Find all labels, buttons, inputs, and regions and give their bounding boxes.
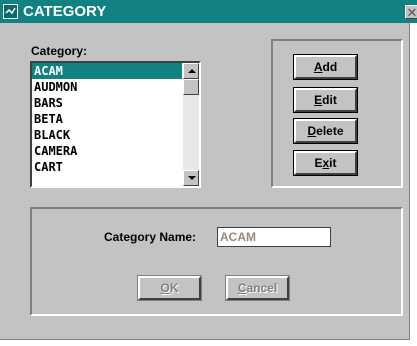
list-item[interactable]: CAMERA — [32, 143, 182, 159]
scroll-thumb[interactable] — [183, 79, 199, 95]
category-name-label: Category Name: — [104, 230, 197, 244]
cancel-button[interactable]: Cancel — [225, 275, 290, 301]
category-list-items: ACAM AUDMON BARS BETA BLACK CAMERA CART — [32, 63, 182, 175]
close-icon[interactable]: ✕ — [405, 5, 417, 19]
edit-button[interactable]: Edit — [293, 87, 358, 113]
list-item[interactable]: AUDMON — [32, 79, 182, 95]
category-listbox[interactable]: ACAM AUDMON BARS BETA BLACK CAMERA CART — [30, 61, 201, 188]
category-list-label: Category: — [31, 44, 88, 58]
scroll-up-button[interactable] — [183, 63, 199, 79]
exit-button[interactable]: Exit — [293, 150, 358, 176]
category-window: CATEGORY ✕ Category: ACAM AUDMON BARS BE… — [0, 0, 417, 340]
list-item[interactable]: BLACK — [32, 127, 182, 143]
list-scrollbar[interactable] — [183, 63, 199, 186]
scroll-down-button[interactable] — [183, 170, 199, 186]
list-item[interactable]: BETA — [32, 111, 182, 127]
window-title: CATEGORY — [23, 3, 107, 20]
arrow-down-icon — [188, 176, 196, 180]
edit-group — [30, 207, 403, 316]
delete-button[interactable]: Delete — [293, 118, 358, 144]
app-icon — [3, 4, 18, 19]
list-item[interactable]: ACAM — [32, 63, 182, 79]
add-button[interactable]: Add — [293, 54, 358, 80]
ok-button[interactable]: OK — [137, 275, 202, 301]
background-edge — [0, 340, 417, 346]
list-item[interactable]: BARS — [32, 95, 182, 111]
arrow-up-icon — [188, 69, 196, 73]
title-bar[interactable]: CATEGORY — [0, 0, 417, 23]
category-name-field[interactable]: ACAM — [217, 227, 331, 247]
list-item[interactable]: CART — [32, 159, 182, 175]
